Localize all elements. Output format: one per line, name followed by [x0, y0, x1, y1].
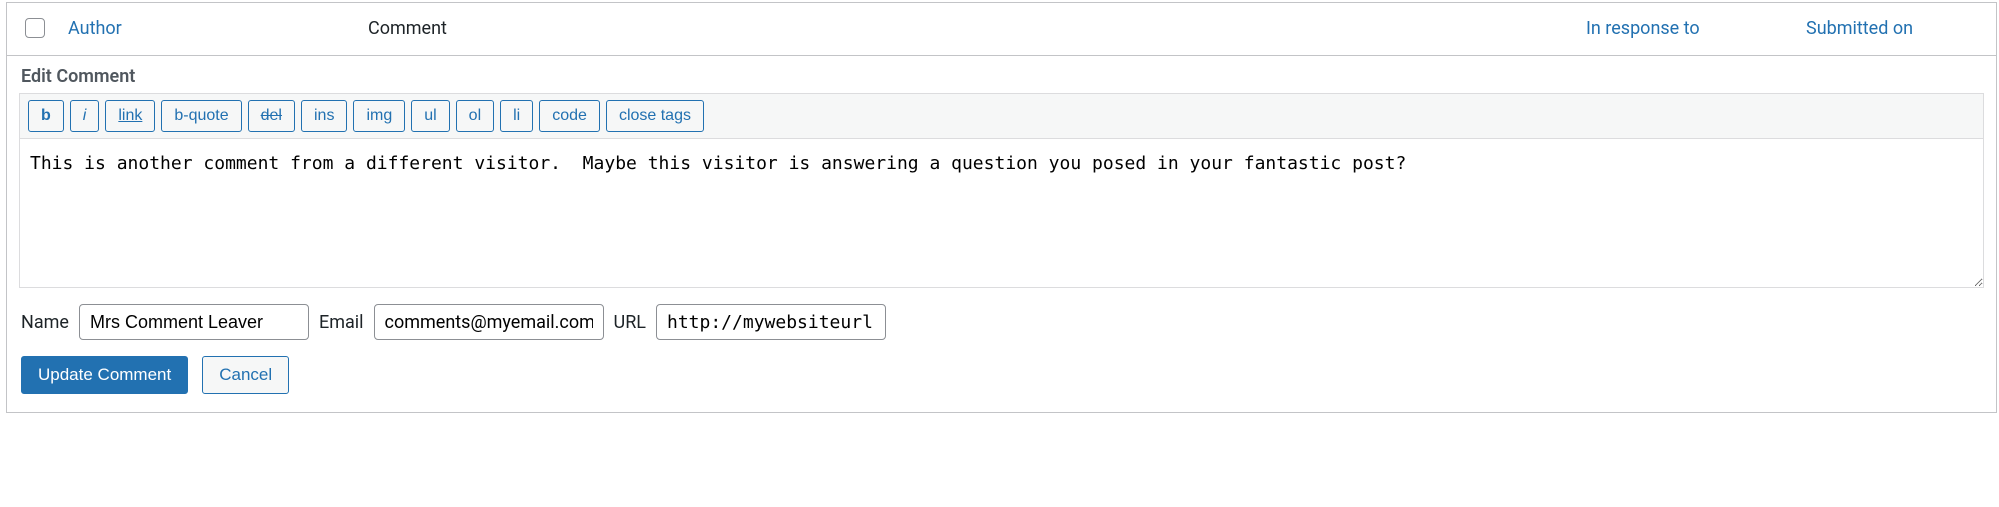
qt-ol-button[interactable]: ol — [456, 100, 494, 132]
email-input[interactable] — [374, 304, 604, 340]
name-input[interactable] — [79, 304, 309, 340]
qt-li-button[interactable]: li — [500, 100, 533, 132]
qt-bold-button[interactable]: b — [28, 100, 64, 132]
column-comment: Comment — [358, 3, 1576, 56]
qt-code-button[interactable]: code — [539, 100, 600, 132]
name-label: Name — [21, 312, 69, 333]
cancel-button[interactable]: Cancel — [202, 356, 289, 394]
url-label: URL — [614, 312, 646, 333]
url-input[interactable] — [656, 304, 886, 340]
quicktags-toolbar: b i link b-quote del ins img ul ol li co… — [19, 93, 1984, 138]
email-label: Email — [319, 312, 364, 333]
qt-del-button[interactable]: del — [248, 100, 295, 132]
qt-ul-button[interactable]: ul — [411, 100, 449, 132]
comments-table-header: Author Comment In response to Submitted … — [7, 3, 1996, 56]
qt-link-button[interactable]: link — [105, 100, 155, 132]
column-author[interactable]: Author — [68, 18, 122, 39]
comment-textarea[interactable] — [19, 138, 1984, 288]
qt-close-tags-button[interactable]: close tags — [606, 100, 704, 132]
qt-italic-button[interactable]: i — [70, 100, 100, 132]
quick-edit-row: Edit Comment b i link b-quote del ins im… — [7, 56, 1996, 412]
qt-bquote-button[interactable]: b-quote — [161, 100, 241, 132]
qt-img-button[interactable]: img — [353, 100, 405, 132]
author-fields-row: Name Email URL — [19, 288, 1984, 344]
select-all-checkbox[interactable] — [25, 18, 45, 38]
update-comment-button[interactable]: Update Comment — [21, 356, 188, 394]
column-submitted[interactable]: Submitted on — [1806, 18, 1913, 39]
comments-panel: Author Comment In response to Submitted … — [6, 2, 1997, 413]
qt-ins-button[interactable]: ins — [301, 100, 347, 132]
edit-actions: Update Comment Cancel — [19, 344, 1984, 398]
edit-comment-title: Edit Comment — [19, 62, 1984, 93]
column-response[interactable]: In response to — [1586, 18, 1700, 39]
